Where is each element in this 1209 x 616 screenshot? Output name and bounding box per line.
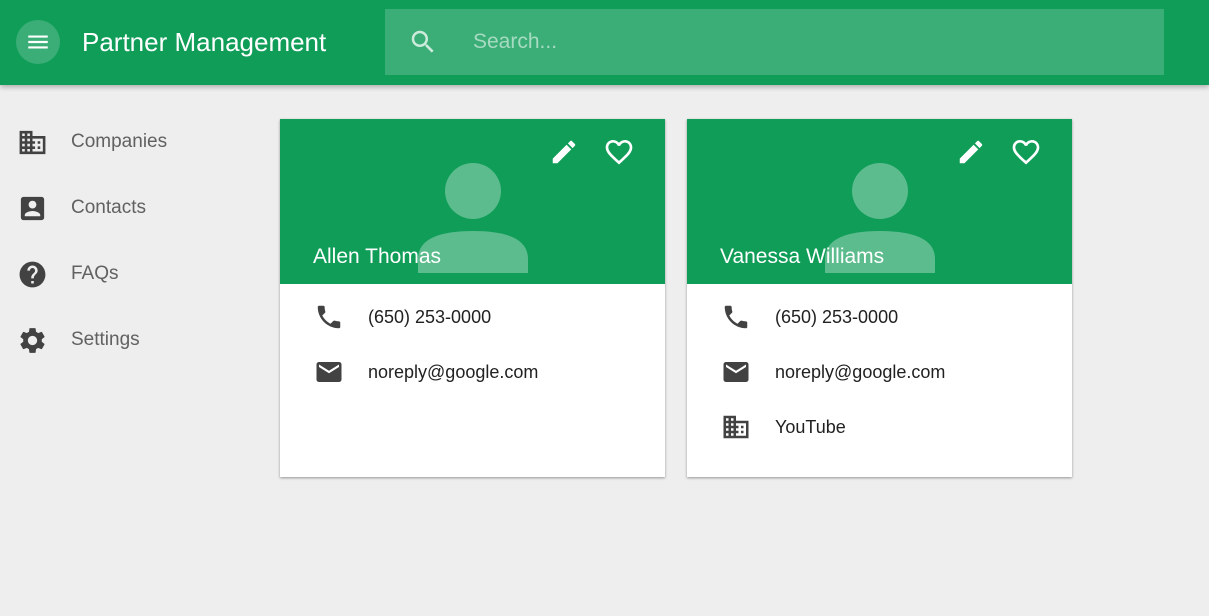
pencil-edit-icon[interactable] [955, 136, 987, 168]
phone-row[interactable]: (650) 253-0000 [687, 297, 1072, 337]
sidebar-item-companies[interactable]: Companies [0, 109, 260, 175]
phone-number: (650) 253-0000 [368, 306, 492, 327]
contact-card: Vanessa Williams (650) 253-0000 noreply@… [687, 119, 1072, 477]
mail-icon [313, 356, 345, 388]
sidebar-item-settings[interactable]: Settings [0, 307, 260, 373]
mail-icon [720, 356, 752, 388]
search-input[interactable] [473, 22, 1113, 62]
gear-icon [17, 325, 48, 356]
search-icon[interactable] [408, 27, 438, 57]
phone-icon [313, 301, 345, 333]
contact-card-icon [17, 193, 48, 224]
contact-name: Vanessa Williams [720, 245, 885, 268]
sidebar-item-label: Settings [71, 329, 140, 350]
search-bar[interactable] [385, 9, 1164, 75]
help-circle-icon [17, 259, 48, 290]
sidebar-nav: Companies Contacts FAQs Settings [0, 109, 260, 373]
pencil-edit-icon[interactable] [548, 136, 580, 168]
email-address: noreply@google.com [775, 361, 946, 382]
heart-outline-icon[interactable] [1010, 136, 1042, 168]
email-row[interactable]: noreply@google.com [280, 352, 665, 392]
heart-outline-icon[interactable] [603, 136, 635, 168]
sidebar-item-faqs[interactable]: FAQs [0, 241, 260, 307]
phone-number: (650) 253-0000 [775, 306, 899, 327]
company-row[interactable]: YouTube [687, 407, 1072, 447]
app-title: Partner Management [82, 27, 327, 57]
contact-card: Allen Thomas (650) 253-0000 noreply@goog… [280, 119, 665, 477]
contact-name: Allen Thomas [313, 245, 442, 268]
hamburger-menu-icon [28, 35, 48, 49]
sidebar-item-contacts[interactable]: Contacts [0, 175, 260, 241]
company-name: YouTube [775, 416, 846, 437]
menu-button[interactable] [16, 20, 60, 64]
app-bar: Partner Management [0, 0, 1209, 85]
email-address: noreply@google.com [368, 361, 539, 382]
contact-card-header: Vanessa Williams [687, 119, 1072, 284]
email-row[interactable]: noreply@google.com [687, 352, 1072, 392]
sidebar-item-label: Contacts [71, 197, 146, 218]
building-icon [17, 127, 48, 158]
contact-card-header: Allen Thomas [280, 119, 665, 284]
phone-row[interactable]: (650) 253-0000 [280, 297, 665, 337]
building-icon [720, 411, 752, 443]
sidebar-item-label: Companies [71, 131, 168, 152]
sidebar-item-label: FAQs [71, 263, 119, 284]
phone-icon [720, 301, 752, 333]
